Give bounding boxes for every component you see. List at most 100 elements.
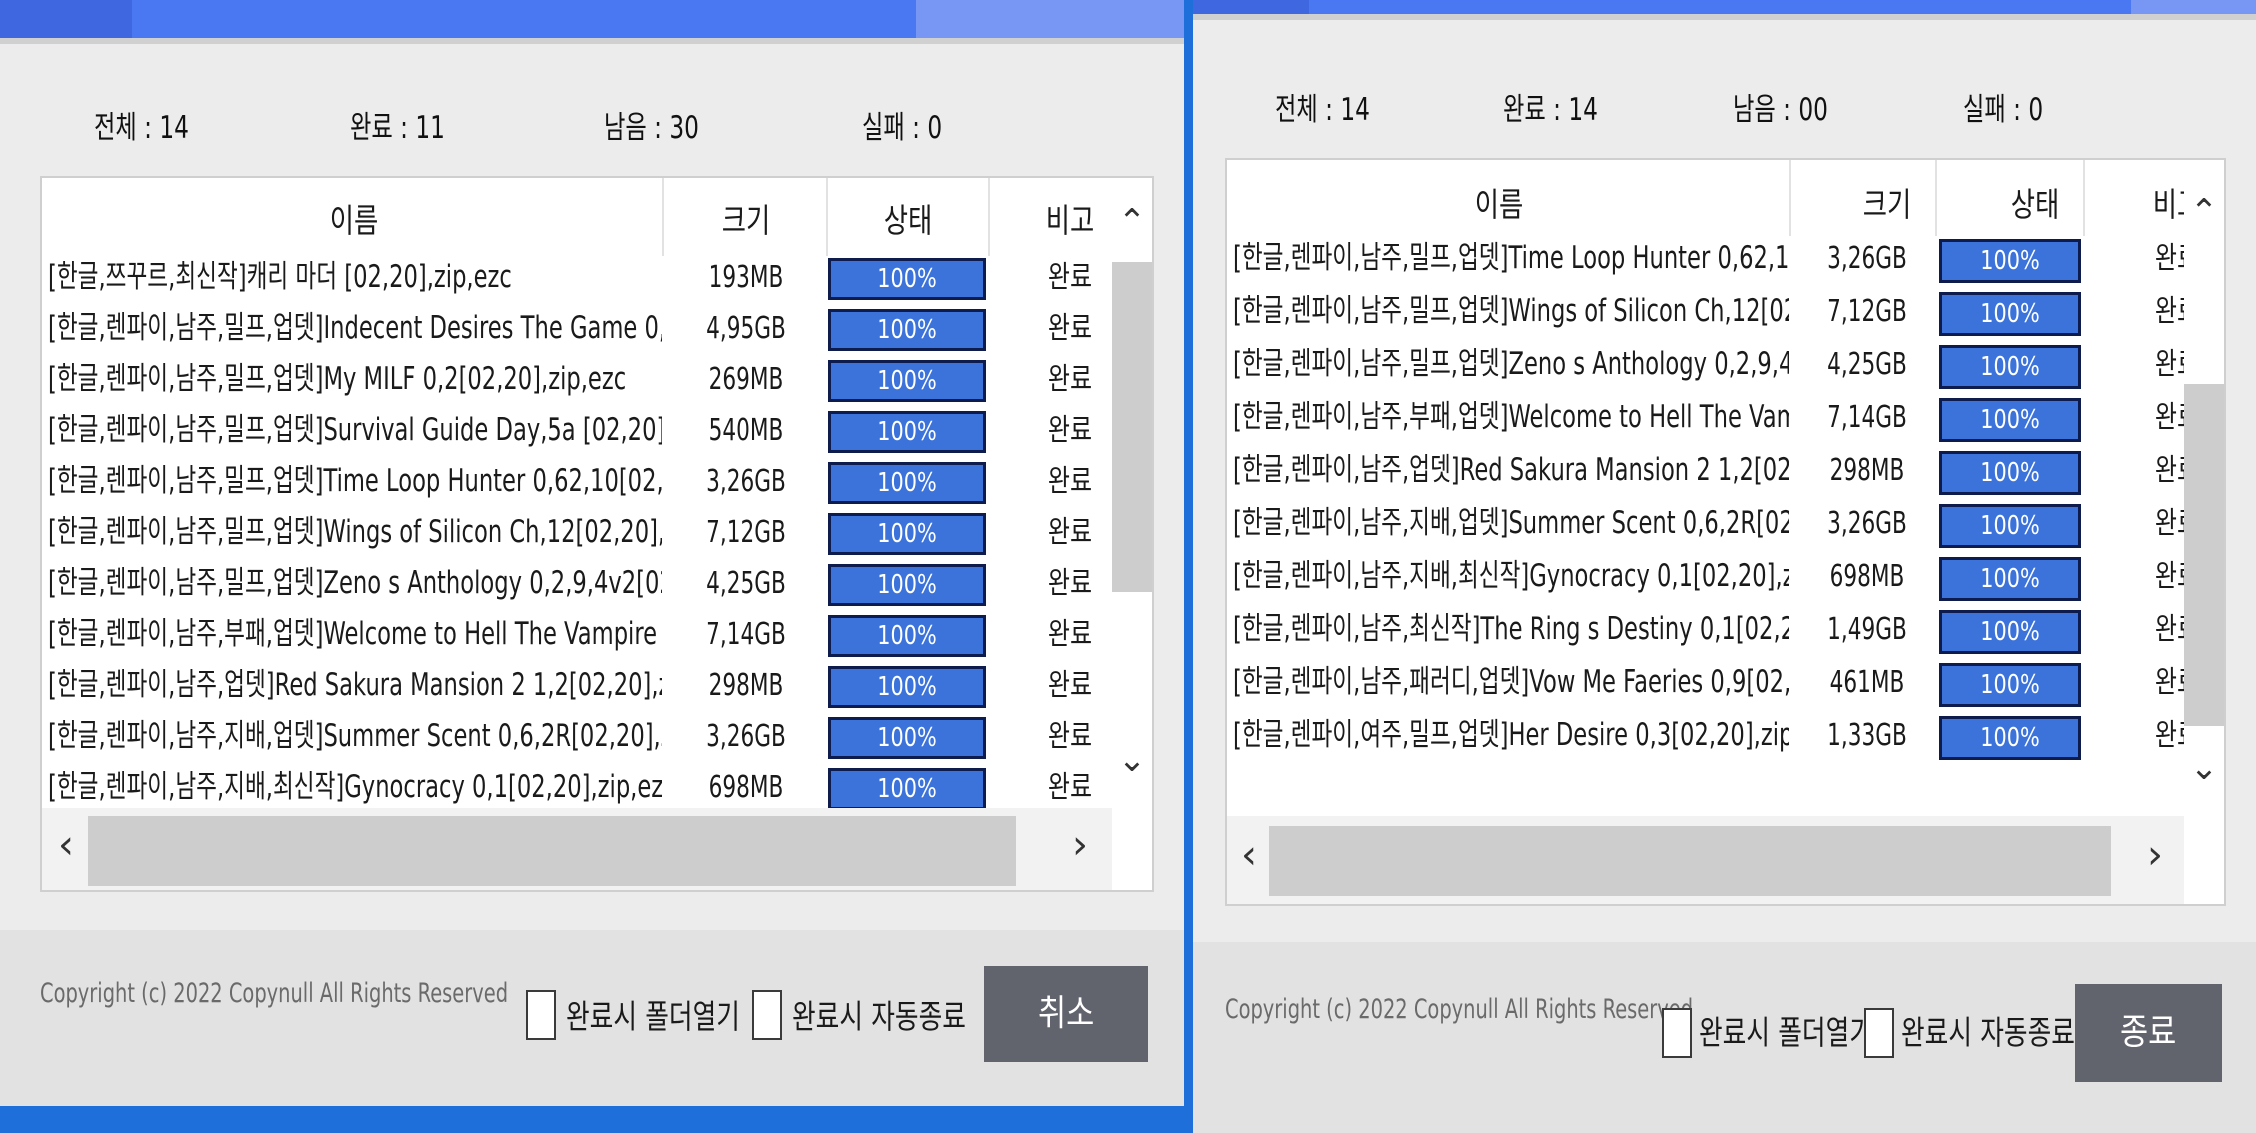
close-button[interactable]: 종료 (2075, 984, 2222, 1082)
cancel-button-label: 취소 (1037, 993, 1095, 1034)
file-name-cell: [한글,렌파이,남주,지배,최신작]Gynocracy 0,1[02,20],z… (1233, 550, 1789, 603)
file-name: [한글,렌파이,남주,밀프,업뎃]My MILF 0,2[02,20],zip,… (48, 361, 627, 397)
file-name: [한글,렌파이,남주,밀프,업뎃]Zeno s Anthology 0,2,9,… (1233, 346, 1789, 382)
table-row[interactable]: [한글,렌파이,남주,업뎃]Red Sakura Mansion 2 1,2[0… (42, 660, 1152, 711)
file-size: 1,49GB (1827, 612, 1907, 647)
column-separator (2083, 160, 2085, 236)
table-row[interactable]: [한글,렌파이,남주,밀프,업뎃]Zeno s Anthology 0,2,9,… (42, 558, 1152, 609)
chevron-left-icon[interactable]: ‹ (46, 822, 86, 868)
auto-close-checkbox[interactable] (1864, 1008, 1894, 1058)
file-name: [한글,렌파이,남주,부패,업뎃]Welcome to Hell The Vam… (48, 616, 662, 652)
file-name: [한글,렌파이,남주,지배,업뎃]Summer Scent 0,6,2R[02,… (1233, 505, 1789, 541)
table-row[interactable]: [한글,렌파이,남주,부패,업뎃]Welcome to Hell The Vam… (42, 609, 1152, 660)
chevron-down-icon[interactable]: ⌄ (2184, 748, 2224, 788)
vertical-scrollbar-thumb[interactable] (1112, 262, 1152, 592)
horizontal-scrollbar-thumb[interactable] (1269, 826, 2111, 896)
progress-bar: 100% (828, 666, 986, 708)
table-row[interactable]: [한글,렌파이,남주,밀프,업뎃]My MILF 0,2[02,20],zip,… (42, 354, 1152, 405)
auto-close-label[interactable]: 완료시 자동종료 (792, 990, 966, 1038)
download-list[interactable]: 이름 크기 상태 비고 [한글,쯔꾸르,최신작]캐리 마더 [02,20],zi… (40, 176, 1154, 892)
file-name-cell: [한글,렌파이,남주,지배,최신작]Gynocracy 0,1[02,20],z… (48, 762, 662, 813)
file-name-cell: [한글,렌파이,남주,지배,업뎃]Summer Scent 0,6,2R[02,… (48, 711, 662, 762)
table-row[interactable]: [한글,렌파이,남주,패러디,업뎃]Vow Me Faeries 0,9[02,… (1227, 656, 2224, 709)
progress-label: 100% (877, 315, 937, 345)
progress-label: 100% (1980, 670, 2040, 700)
auto-close-label[interactable]: 완료시 자동종료 (1901, 1006, 2075, 1054)
chevron-right-icon[interactable]: › (2137, 832, 2173, 878)
vertical-scrollbar[interactable]: ⌃ ⌄ (1112, 178, 1152, 808)
stat-failed: 실패 : 0 (862, 110, 943, 146)
table-row[interactable]: [한글,렌파이,남주,밀프,업뎃]Indecent Desires The Ga… (42, 303, 1152, 354)
vertical-scrollbar[interactable]: ⌃ ⌄ (2184, 160, 2224, 816)
download-list[interactable]: 이름 크기 상태 비고 [한글,렌파이,남주,밀프,업뎃]Time Loop H… (1225, 158, 2226, 906)
file-name: [한글,렌파이,남주,밀프,업뎃]Time Loop Hunter 0,62,1… (48, 463, 662, 499)
title-bar-segment (1193, 0, 1309, 14)
table-row[interactable]: [한글,렌파이,남주,밀프,업뎃]Time Loop Hunter 0,62,1… (1227, 232, 2224, 285)
file-size: 698MB (708, 770, 784, 805)
title-bar-segment (916, 0, 1184, 38)
open-folder-label[interactable]: 완료시 폴더열기 (1699, 1006, 1873, 1054)
table-row[interactable]: [한글,렌파이,남주,밀프,업뎃]Survival Guide Day,5a [… (42, 405, 1152, 456)
table-row[interactable]: [한글,렌파이,남주,지배,최신작]Gynocracy 0,1[02,20],z… (42, 762, 1152, 813)
column-header-size[interactable]: 크기 (722, 194, 771, 242)
open-folder-checkbox[interactable] (1662, 1008, 1692, 1058)
stat-remaining: 남음 : 00 (1733, 92, 1828, 128)
status-note: 완료 (1047, 617, 1093, 652)
file-size: 4,25GB (706, 566, 786, 601)
table-row[interactable]: [한글,렌파이,남주,부패,업뎃]Welcome to Hell The Vam… (1227, 391, 2224, 444)
open-folder-label[interactable]: 완료시 폴더열기 (566, 990, 740, 1038)
file-name-cell: [한글,렌파이,남주,업뎃]Red Sakura Mansion 2 1,2[0… (1233, 444, 1789, 497)
column-header-size[interactable]: 크기 (1863, 178, 1912, 226)
vertical-scrollbar-thumb[interactable] (2184, 384, 2224, 726)
stat-total: 전체 : 14 (94, 110, 189, 146)
file-name-cell: [한글,렌파이,남주,밀프,업뎃]Zeno s Anthology 0,2,9,… (48, 558, 662, 609)
file-name-cell: [한글,렌파이,남주,밀프,업뎃]Survival Guide Day,5a [… (48, 405, 662, 456)
progress-label: 100% (1980, 617, 2040, 647)
column-header-note[interactable]: 비고 (1046, 194, 1095, 242)
column-header-name[interactable]: 이름 (1475, 178, 1524, 226)
column-separator (662, 178, 664, 256)
progress-label: 100% (877, 672, 937, 702)
file-size: 461MB (1829, 665, 1905, 700)
file-name: [한글,렌파이,남주,밀프,업뎃]Wings of Silicon Ch,12[… (48, 514, 662, 550)
file-size: 4,25GB (1827, 347, 1907, 382)
progress-label: 100% (1980, 511, 2040, 541)
table-row[interactable]: [한글,렌파이,남주,밀프,업뎃]Wings of Silicon Ch,12[… (1227, 285, 2224, 338)
table-row[interactable]: [한글,렌파이,남주,지배,업뎃]Summer Scent 0,6,2R[02,… (42, 711, 1152, 762)
auto-close-checkbox[interactable] (752, 990, 782, 1040)
table-row[interactable]: [한글,렌파이,남주,밀프,업뎃]Wings of Silicon Ch,12[… (42, 507, 1152, 558)
table-row[interactable]: [한글,렌파이,남주,지배,업뎃]Summer Scent 0,6,2R[02,… (1227, 497, 2224, 550)
cancel-button[interactable]: 취소 (984, 966, 1148, 1062)
table-row[interactable]: [한글,렌파이,여주,밀프,업뎃]Her Desire 0,3[02,20],z… (1227, 709, 2224, 762)
stat-failed: 실패 : 0 (1963, 92, 2044, 128)
chevron-down-icon[interactable]: ⌄ (1112, 740, 1152, 780)
table-row[interactable]: [한글,렌파이,남주,지배,최신작]Gynocracy 0,1[02,20],z… (1227, 550, 2224, 603)
table-row[interactable]: [한글,렌파이,남주,최신작]The Ring s Destiny 0,1[02… (1227, 603, 2224, 656)
chevron-right-icon[interactable]: › (1060, 822, 1100, 868)
chevron-up-icon[interactable]: ⌃ (2184, 192, 2224, 232)
status-note: 완료 (1047, 770, 1093, 805)
status-note: 완료 (1047, 362, 1093, 397)
chevron-up-icon[interactable]: ⌃ (1112, 202, 1152, 242)
file-name-cell: [한글,렌파이,남주,밀프,업뎃]Indecent Desires The Ga… (48, 303, 662, 354)
progress-bar: 100% (1939, 398, 2081, 442)
chevron-left-icon[interactable]: ‹ (1231, 832, 1267, 878)
column-header-status[interactable]: 상태 (2011, 178, 2060, 226)
close-button-label: 종료 (2120, 1012, 2177, 1053)
table-row[interactable]: [한글,렌파이,남주,밀프,업뎃]Time Loop Hunter 0,62,1… (42, 456, 1152, 507)
horizontal-scrollbar[interactable]: ‹ › (1227, 816, 2184, 904)
horizontal-scrollbar[interactable]: ‹ › (42, 808, 1112, 890)
file-size: 3,26GB (706, 719, 786, 754)
file-name: [한글,렌파이,남주,밀프,업뎃]Survival Guide Day,5a [… (48, 412, 662, 448)
table-row[interactable]: [한글,렌파이,남주,밀프,업뎃]Zeno s Anthology 0,2,9,… (1227, 338, 2224, 391)
table-row[interactable]: [한글,쯔꾸르,최신작]캐리 마더 [02,20],zip,ezc 193MB 10… (42, 252, 1152, 303)
column-header-name[interactable]: 이름 (330, 194, 379, 242)
file-name-cell: [한글,렌파이,남주,밀프,업뎃]Zeno s Anthology 0,2,9,… (1233, 338, 1789, 391)
column-header-status[interactable]: 상태 (884, 194, 933, 242)
table-row[interactable]: [한글,렌파이,남주,업뎃]Red Sakura Mansion 2 1,2[0… (1227, 444, 2224, 497)
horizontal-scrollbar-thumb[interactable] (88, 816, 1016, 886)
status-note: 완료 (1047, 413, 1093, 448)
progress-bar: 100% (828, 717, 986, 759)
open-folder-checkbox[interactable] (526, 990, 556, 1040)
file-size: 7,14GB (1827, 400, 1907, 435)
